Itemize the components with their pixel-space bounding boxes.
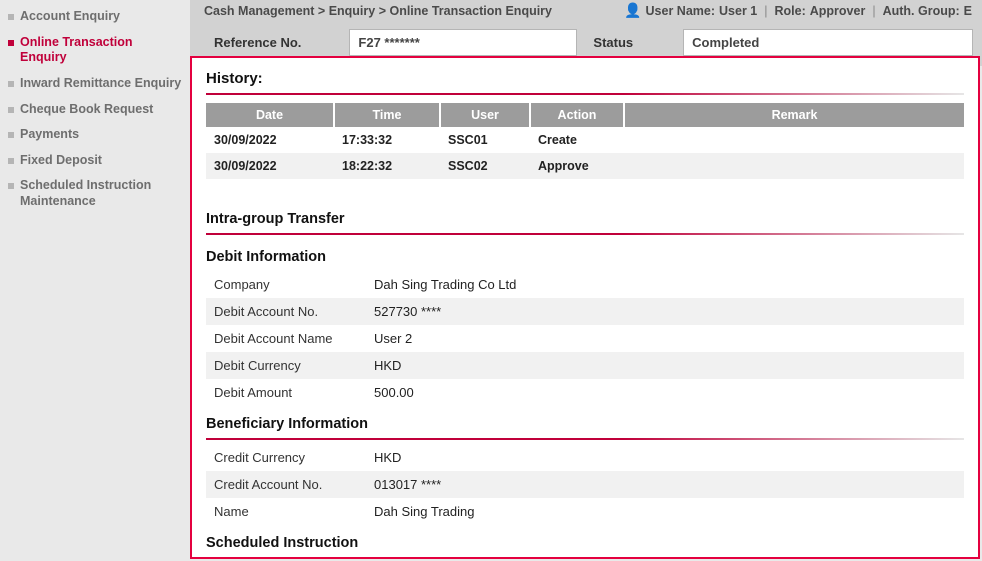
panel-inner: History: Date Time User Action Remark [192,58,978,559]
sidebar-item-fixed-deposit[interactable]: Fixed Deposit [6,148,184,174]
kv-row: Credit Account No. 013017 **** [206,471,964,498]
debit-name-value: User 2 [374,331,412,346]
debit-amt-label: Debit Amount [214,385,374,400]
separator-icon: | [764,4,767,18]
bene-name-label: Name [214,504,374,519]
history-table: Date Time User Action Remark 30/09/2022 … [206,103,964,179]
debit-name-label: Debit Account Name [214,331,374,346]
col-user: User [440,103,530,127]
section-rule [206,233,964,235]
kv-row: Debit Account Name User 2 [206,325,964,352]
user-label: User Name: [646,4,715,18]
reference-field[interactable]: F27 ******* [349,29,577,56]
cell-user: SSC02 [440,153,530,179]
debit-info-title: Debit Information [206,239,964,271]
sidebar-item-account-enquiry[interactable]: Account Enquiry [6,4,184,30]
sidebar-item-label: Scheduled Instruction Maintenance [20,178,182,209]
status-label: Status [593,35,633,50]
cell-user: SSC01 [440,127,530,153]
debit-ccy-label: Debit Currency [214,358,374,373]
bullet-icon [8,40,14,46]
credit-acct-label: Credit Account No. [214,477,374,492]
table-row: 30/09/2022 18:22:32 SSC02 Approve [206,153,964,179]
section-rule [206,93,964,95]
cell-date: 30/09/2022 [206,127,334,153]
bullet-icon [8,158,14,164]
cell-time: 17:33:32 [334,127,440,153]
sidebar-item-label: Online Transaction Enquiry [20,35,182,66]
debit-ccy-value: HKD [374,358,401,373]
credit-ccy-label: Credit Currency [214,450,374,465]
bullet-icon [8,132,14,138]
sidebar-item-inward-remittance-enquiry[interactable]: Inward Remittance Enquiry [6,71,184,97]
cell-remark [624,127,964,153]
auth-label: Auth. Group: [883,4,960,18]
bene-name-value: Dah Sing Trading [374,504,474,519]
kv-row: Debit Amount 500.00 [206,379,964,406]
sidebar-item-label: Account Enquiry [20,9,120,25]
kv-row: Credit Currency HKD [206,444,964,471]
auth-value: E [964,4,972,18]
sidebar-item-label: Fixed Deposit [20,153,102,169]
sched-title: Scheduled Instruction [206,525,964,557]
reference-label: Reference No. [214,35,301,50]
sidebar-item-label: Cheque Book Request [20,102,153,118]
credit-acct-value: 013017 **** [374,477,441,492]
company-value: Dah Sing Trading Co Ltd [374,277,516,292]
col-time: Time [334,103,440,127]
status-field[interactable]: Completed [683,29,973,56]
role-value: Approver [810,4,866,18]
debit-amt-value: 500.00 [374,385,414,400]
role-label: Role: [775,4,806,18]
debit-acct-label: Debit Account No. [214,304,374,319]
user-info: 👤 User Name: User 1 | Role: Approver | A… [624,2,972,19]
debit-acct-value: 527730 **** [374,304,441,319]
app-root: Account Enquiry Online Transaction Enqui… [0,0,982,561]
sidebar-item-scheduled-instruction-maintenance[interactable]: Scheduled Instruction Maintenance [6,173,184,214]
kv-row: Debit Account No. 527730 **** [206,298,964,325]
breadcrumb: Cash Management > Enquiry > Online Trans… [204,4,552,18]
col-remark: Remark [624,103,964,127]
main: Cash Management > Enquiry > Online Trans… [190,0,982,561]
sidebar-item-label: Inward Remittance Enquiry [20,76,181,92]
sidebar-item-cheque-book-request[interactable]: Cheque Book Request [6,97,184,123]
bullet-icon [8,107,14,113]
cell-remark [624,153,964,179]
credit-ccy-value: HKD [374,450,401,465]
user-icon: 👤 [624,2,641,19]
bullet-icon [8,81,14,87]
company-label: Company [214,277,374,292]
detail-panel: History: Date Time User Action Remark [190,56,980,559]
sidebar-item-payments[interactable]: Payments [6,122,184,148]
sidebar: Account Enquiry Online Transaction Enqui… [0,0,190,561]
kv-row: Company Dah Sing Trading Co Ltd [206,271,964,298]
bene-info-title: Beneficiary Information [206,406,964,438]
history-title: History: [206,66,964,93]
kv-row: Debit Currency HKD [206,352,964,379]
user-value: User 1 [719,4,757,18]
section-rule [206,557,964,559]
sidebar-item-online-transaction-enquiry[interactable]: Online Transaction Enquiry [6,30,184,71]
bullet-icon [8,14,14,20]
col-date: Date [206,103,334,127]
intra-group-title: Intra-group Transfer [206,201,964,233]
table-row: 30/09/2022 17:33:32 SSC01 Create [206,127,964,153]
cell-date: 30/09/2022 [206,153,334,179]
sidebar-item-label: Payments [20,127,79,143]
kv-row: Name Dah Sing Trading [206,498,964,525]
col-action: Action [530,103,624,127]
section-rule [206,438,964,440]
cell-action: Approve [530,153,624,179]
topbar: Cash Management > Enquiry > Online Trans… [190,0,982,23]
cell-action: Create [530,127,624,153]
cell-time: 18:22:32 [334,153,440,179]
separator-icon: | [872,4,875,18]
table-header-row: Date Time User Action Remark [206,103,964,127]
bullet-icon [8,183,14,189]
